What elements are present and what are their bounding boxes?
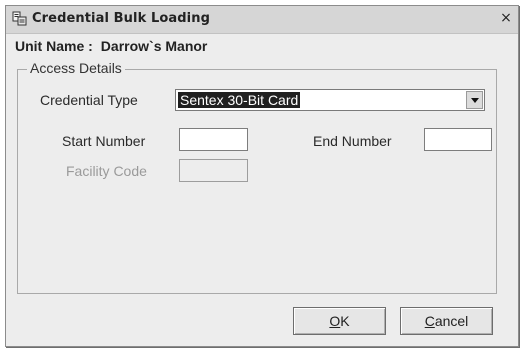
- close-icon[interactable]: ×: [498, 11, 514, 26]
- end-number-input[interactable]: [424, 128, 492, 151]
- end-number-label: End Number: [313, 133, 392, 149]
- start-number-input[interactable]: [179, 128, 248, 151]
- chevron-down-icon: [471, 98, 479, 103]
- credential-type-label: Credential Type: [40, 92, 138, 108]
- cancel-button[interactable]: Cancel: [400, 307, 493, 335]
- unit-name-line: Unit Name : Darrow`s Manor: [15, 38, 207, 54]
- unit-name-value: Darrow`s Manor: [100, 38, 208, 54]
- dropdown-button[interactable]: [466, 91, 483, 109]
- facility-code-label: Facility Code: [66, 163, 147, 179]
- cancel-mnemonic: C: [424, 313, 435, 329]
- ok-label-rest: K: [340, 313, 350, 329]
- ok-mnemonic: O: [329, 313, 341, 329]
- ok-button[interactable]: OK: [293, 307, 386, 335]
- cancel-label-rest: ancel: [434, 313, 469, 329]
- start-number-label: Start Number: [62, 133, 146, 149]
- unit-name-label: Unit Name :: [15, 38, 93, 54]
- access-details-title: Access Details: [27, 60, 125, 76]
- title-bar[interactable]: Credential Bulk Loading ×: [6, 6, 518, 34]
- window-title: Credential Bulk Loading: [32, 11, 210, 26]
- app-window-icon: [12, 11, 27, 26]
- facility-code-input: [179, 159, 248, 182]
- credential-type-select[interactable]: Sentex 30-Bit Card: [175, 89, 485, 111]
- credential-type-value: Sentex 30-Bit Card: [178, 92, 301, 108]
